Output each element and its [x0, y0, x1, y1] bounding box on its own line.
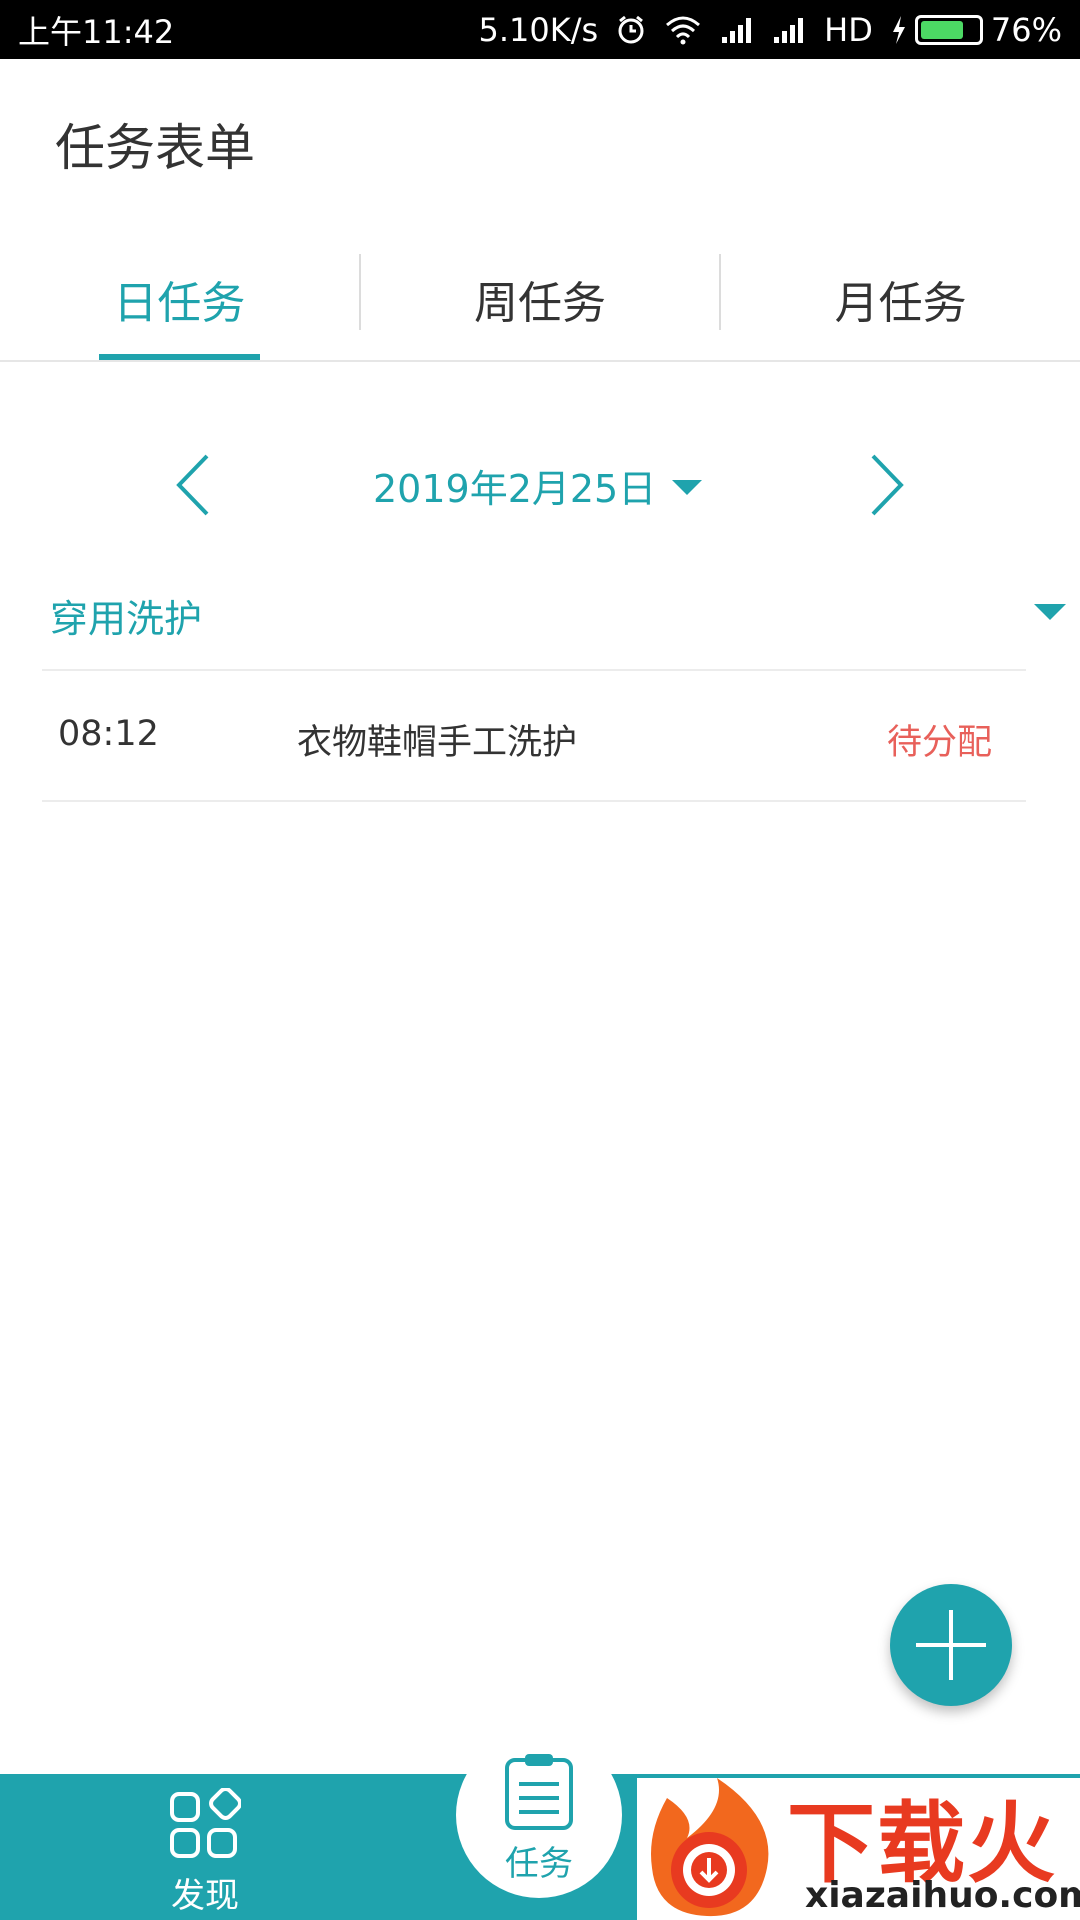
date-navigator: 2019年2月25日 — [0, 440, 1080, 530]
chevron-right-icon — [871, 454, 904, 516]
next-date-button[interactable] — [855, 450, 915, 520]
divider — [42, 669, 1026, 671]
task-row[interactable]: 08:12 衣物鞋帽手工洗护 待分配 — [42, 672, 1026, 800]
status-time: 上午11:42 — [18, 12, 175, 51]
tab-weekly[interactable]: 周任务 — [361, 238, 720, 360]
category-label: 穿用洗护 — [50, 597, 203, 641]
nav-discover-label: 发现 — [171, 1876, 239, 1916]
category-header[interactable]: 穿用洗护 — [42, 570, 1080, 670]
battery-fill — [920, 20, 964, 39]
task-period-tabs: 日任务 周任务 月任务 — [0, 238, 1080, 362]
alarm-icon — [618, 15, 644, 43]
network-speed: 5.10K/s — [478, 10, 599, 49]
task-time: 08:12 — [58, 714, 159, 754]
add-task-button[interactable] — [890, 1584, 1012, 1706]
collapse-caret-icon[interactable] — [1034, 604, 1066, 620]
watermark-banner: 下载火 xiazaihuo.com — [637, 1778, 1080, 1920]
nav-task-label: 任务 — [505, 1844, 573, 1884]
battery-icon — [914, 14, 983, 45]
flame-logo-icon — [637, 1778, 787, 1920]
tab-daily[interactable]: 日任务 — [0, 238, 359, 360]
battery: 76% — [891, 11, 1062, 49]
divider — [42, 800, 1026, 802]
nav-discover[interactable]: 发现 — [140, 1774, 270, 1920]
nav-task[interactable]: 任务 — [456, 1732, 622, 1898]
chevron-left-icon — [176, 454, 209, 516]
task-status: 待分配 — [886, 723, 992, 763]
prev-date-button[interactable] — [165, 450, 225, 520]
caret-down-icon — [672, 480, 703, 495]
date-picker[interactable]: 2019年2月25日 — [373, 458, 703, 513]
task-name: 衣物鞋帽手工洗护 — [297, 723, 578, 763]
signal-icon — [774, 17, 804, 43]
discover-grid-icon — [170, 1788, 241, 1858]
clipboard-icon — [505, 1754, 573, 1830]
screen: 上午11:42 5.10K/s HD 76% 任务表单 日任务 周任务 月任务 … — [0, 0, 1080, 1920]
current-date: 2019年2月25日 — [373, 467, 657, 511]
status-bar: 上午11:42 5.10K/s HD 76% — [0, 0, 1080, 59]
watermark-url: xiazaihuo.com — [805, 1875, 1080, 1916]
hd-label: HD — [824, 10, 873, 49]
battery-percent: 76% — [990, 10, 1062, 49]
signal-icon — [722, 17, 752, 43]
tab-monthly[interactable]: 月任务 — [721, 238, 1080, 360]
wifi-icon — [666, 16, 701, 44]
page-title: 任务表单 — [55, 119, 255, 177]
charging-icon — [892, 15, 905, 44]
status-icons: 5.10K/s HD 76% — [478, 11, 1062, 49]
